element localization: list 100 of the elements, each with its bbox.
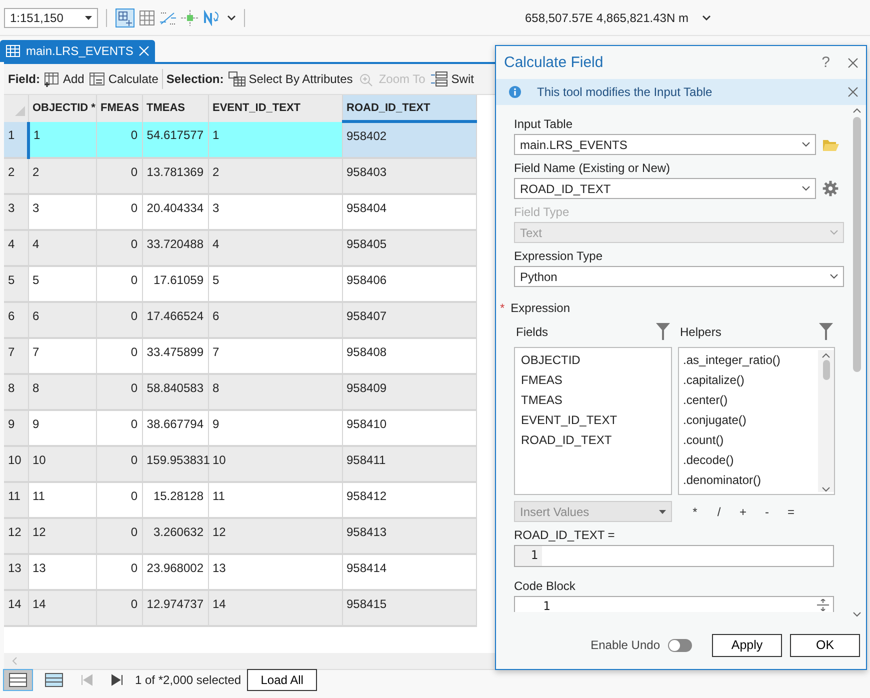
column-header[interactable]: EVENT_ID_TEXT	[208, 94, 342, 122]
row-number[interactable]: 8	[4, 374, 28, 410]
row-number[interactable]: 7	[4, 338, 28, 374]
filter-icon[interactable]	[819, 323, 833, 340]
settings-icon[interactable]	[822, 180, 839, 197]
ok-button[interactable]: OK	[790, 634, 860, 656]
table-cell: 0	[96, 158, 142, 194]
chevron-down-icon[interactable]	[227, 14, 236, 20]
row-number[interactable]: 14	[4, 590, 28, 626]
field-label: Code Block	[514, 579, 576, 593]
helper-list-item[interactable]: .denominator()	[683, 470, 818, 490]
helper-list-item[interactable]: .count()	[683, 430, 818, 450]
helper-list-item[interactable]: .as_integer_ratio()	[683, 350, 818, 370]
expression-type-dropdown[interactable]: Python	[514, 266, 844, 287]
table-select-icon	[228, 70, 246, 87]
load-all-button[interactable]: Load All	[247, 669, 318, 691]
chevron-down-icon	[802, 142, 810, 147]
column-header[interactable]: ROAD_ID_TEXT	[342, 94, 476, 122]
scrollbar[interactable]	[818, 350, 834, 492]
field-list-item[interactable]: TMEAS	[521, 390, 665, 410]
row-number[interactable]: 10	[4, 446, 28, 482]
dropdown-arrow-icon	[85, 16, 92, 20]
table-cell: 958415	[342, 590, 476, 626]
row-number[interactable]: 9	[4, 410, 28, 446]
required-mark: *	[500, 301, 505, 315]
all-records-view-button[interactable]	[3, 669, 33, 691]
operator-button[interactable]: =	[782, 504, 800, 518]
coordinates-readout: 658,507.57E 4,865,821.43N m	[525, 10, 688, 24]
operator-button[interactable]: *	[686, 504, 704, 518]
add-field-icon	[44, 70, 60, 87]
grid-add-icon[interactable]	[115, 8, 135, 28]
helper-list-item[interactable]: .capitalize()	[683, 370, 818, 390]
field-list-item[interactable]: ROAD_ID_TEXT	[521, 430, 665, 450]
row-number[interactable]: 11	[4, 482, 28, 518]
field-list-item[interactable]: EVENT_ID_TEXT	[521, 410, 665, 430]
help-button[interactable]: ?	[822, 54, 830, 71]
scroll-down-icon[interactable]	[822, 487, 830, 492]
scale-dropdown[interactable]: 1:151,150	[4, 8, 98, 28]
table-cell: 13.781369	[142, 158, 208, 194]
resize-icon[interactable]	[817, 599, 829, 611]
switch-selection-button[interactable]: Swit	[429, 70, 475, 87]
row-number[interactable]: 1	[4, 122, 28, 158]
helper-list-item[interactable]: .center()	[683, 390, 818, 410]
operator-button[interactable]: +	[734, 504, 752, 518]
grid-icon[interactable]	[139, 10, 155, 26]
table-tab[interactable]: main.LRS_EVENTS	[0, 40, 156, 62]
column-header[interactable]: OBJECTID *	[28, 94, 96, 122]
row-number[interactable]: 2	[4, 158, 28, 194]
measure-icon[interactable]	[159, 10, 177, 26]
row-number[interactable]: 6	[4, 302, 28, 338]
field-list-item[interactable]: FMEAS	[521, 370, 665, 390]
helper-list-item[interactable]: .conjugate()	[683, 410, 818, 430]
scroll-down-icon[interactable]	[852, 612, 860, 617]
row-number[interactable]: 5	[4, 266, 28, 302]
table-cell: 6	[28, 302, 96, 338]
helper-list-item[interactable]: .decode()	[683, 450, 818, 470]
scroll-thumb[interactable]	[852, 117, 860, 372]
table-cell: 0	[96, 122, 142, 158]
list-label: Fields	[516, 324, 548, 338]
crosshair-icon[interactable]	[181, 10, 199, 26]
scroll-thumb[interactable]	[822, 360, 830, 380]
row-number[interactable]: 13	[4, 554, 28, 590]
enable-undo-toggle[interactable]	[668, 638, 692, 652]
row-number[interactable]: 3	[4, 194, 28, 230]
scroll-up-icon[interactable]	[822, 353, 830, 358]
chevron-down-icon[interactable]	[702, 14, 712, 20]
code-block-editor[interactable]: 1	[514, 596, 834, 612]
field-name-dropdown[interactable]: ROAD_ID_TEXT	[514, 178, 816, 199]
table-cell: 12.974737	[142, 590, 208, 626]
field-label: Field Name (Existing or New)	[514, 161, 672, 175]
operator-button[interactable]: -	[758, 504, 776, 518]
add-field-button[interactable]: Add	[43, 70, 86, 87]
info-message: This tool modifies the Input Table	[537, 85, 714, 99]
row-number[interactable]: 12	[4, 518, 28, 554]
close-icon[interactable]	[848, 87, 858, 97]
column-header[interactable]: TMEAS	[142, 94, 208, 122]
field-label: ROAD_ID_TEXT =	[514, 528, 616, 542]
table-cell: 10	[28, 446, 96, 482]
input-table-dropdown[interactable]: main.LRS_EVENTS	[514, 134, 816, 155]
close-icon[interactable]	[848, 58, 858, 68]
table-cell: 0	[96, 230, 142, 266]
row-number[interactable]: 4	[4, 230, 28, 266]
table-cell: 4	[28, 230, 96, 266]
dialog-title: Calculate Field	[504, 54, 604, 71]
operator-button[interactable]: /	[710, 504, 728, 518]
calculate-button[interactable]: Calculate	[88, 70, 160, 87]
scroll-up-icon[interactable]	[852, 108, 860, 113]
table-cell: 17.466524	[142, 302, 208, 338]
table-cell: 0	[96, 518, 142, 554]
apply-button[interactable]: Apply	[712, 634, 782, 656]
expression-editor[interactable]: 1	[514, 545, 834, 567]
table-cell: 6	[208, 302, 342, 338]
toolbar-label: Field:	[8, 72, 40, 86]
select-by-attributes-button[interactable]: Select By Attributes	[226, 70, 354, 87]
table-cell: 33.720488	[142, 230, 208, 266]
last-record-icon[interactable]	[111, 674, 123, 686]
column-header[interactable]: FMEAS	[96, 94, 142, 122]
table-cell: 1	[208, 122, 342, 158]
filter-icon[interactable]	[656, 323, 670, 340]
field-list-item[interactable]: OBJECTID	[521, 350, 665, 370]
